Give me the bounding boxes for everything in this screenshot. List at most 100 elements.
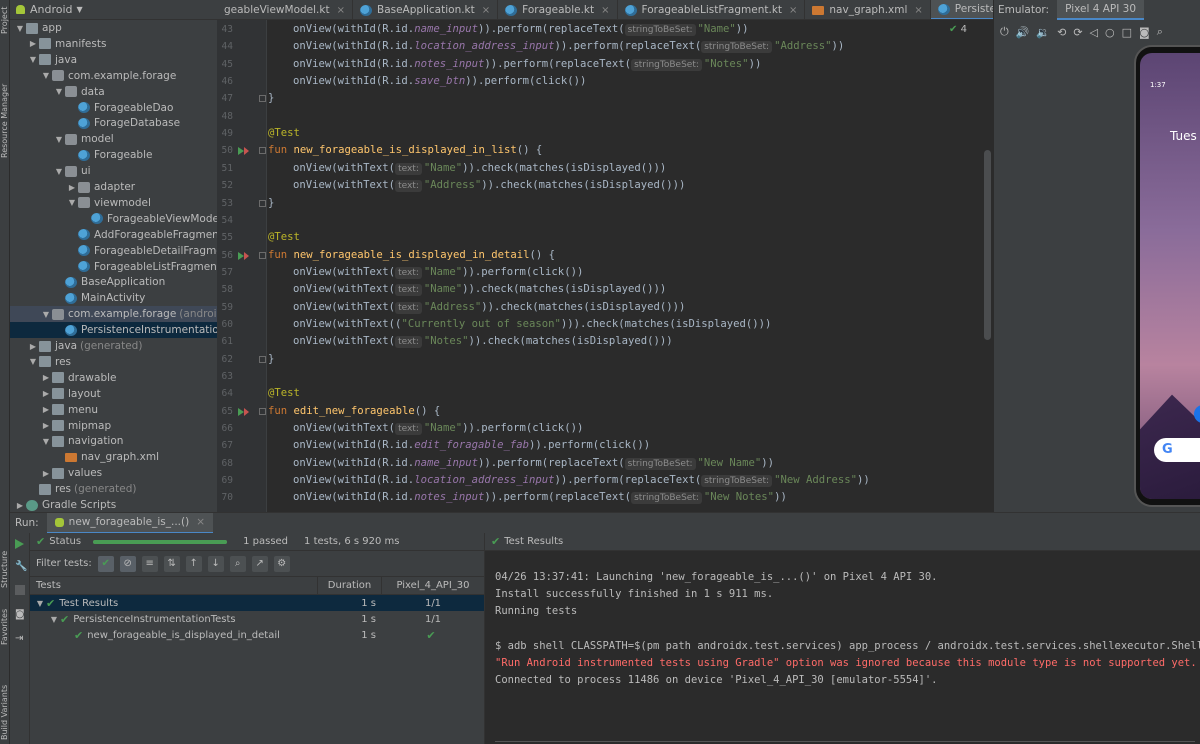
fold-icon[interactable] [259,355,266,363]
code-line[interactable]: 62} [217,351,993,368]
code-line[interactable]: 60 onView(withText(("Currently out of sea… [217,316,993,333]
camera-icon[interactable]: ◙ [1139,26,1150,39]
build-variants-side-tab[interactable]: Build Variants [0,670,10,740]
tree-item[interactable]: ▶ Gradle Scripts [10,497,217,512]
settings-button[interactable]: ⚙ [273,555,290,572]
code-line[interactable]: 45 onView(withId(R.id.notes_input)).perfo… [217,56,993,73]
code-line[interactable]: 59 onView(withText(text: "Address")).check… [217,299,993,316]
close-icon[interactable]: × [482,5,490,16]
editor-tab[interactable]: Forageable.kt × [498,0,618,19]
test-result-row[interactable]: ▼ ✔ PersistenceInstrumentationTests 1 s 1/1 [30,611,484,627]
chevron-down-icon[interactable]: ▼ [53,167,65,176]
editor-tab[interactable]: ForageableListFragment.kt × [618,0,806,19]
close-icon[interactable]: × [337,5,345,16]
exit-icon[interactable]: ⇥ [15,633,25,644]
run-config-icon[interactable] [244,251,249,260]
next-failed-button[interactable]: ↓ [207,555,224,572]
tree-item[interactable]: ▼ java [10,52,217,68]
chevron-down-icon[interactable]: ▼ [27,55,39,64]
code-line[interactable]: 50 fun new_forageable_is_displayed_in_lis… [217,142,993,159]
structure-side-tab[interactable]: Structure [0,538,10,588]
tree-item[interactable]: ▼ res [10,354,217,370]
tree-item[interactable]: ForageableListFragment [10,259,217,275]
editor-tab[interactable]: nav_graph.xml × [805,0,931,19]
test-result-row[interactable]: ▼ ✔ Test Results 1 s 1/1 [30,595,484,611]
chevron-right-icon[interactable]: ▶ [27,39,39,48]
editor-tab[interactable]: PersistenceInstrumentationTests.kt× [930,0,993,19]
code-line[interactable]: 43 onView(withId(R.id.name_input)).perfor… [217,21,993,38]
close-icon[interactable]: × [789,5,797,16]
chevron-right-icon[interactable]: ▶ [40,405,52,414]
chevron-right-icon[interactable]: ▶ [66,183,78,192]
column-duration[interactable]: Duration [318,576,382,595]
run-config-icon[interactable] [244,147,249,156]
tree-item[interactable]: ▼ model [10,131,217,147]
close-icon[interactable]: × [601,5,609,16]
export-button[interactable]: ↗ [251,555,268,572]
chevron-right-icon[interactable]: ▶ [14,501,26,510]
rotate-right-icon[interactable]: ⟳ [1073,26,1082,39]
fold-icon[interactable] [259,199,266,207]
tree-item[interactable]: ▶ adapter [10,179,217,195]
code-line[interactable]: 67 onView(withId(R.id.edit_foragable_fab)… [217,437,993,454]
chevron-right-icon[interactable]: ▶ [27,342,39,351]
tree-item[interactable]: ▼ ui [10,163,217,179]
tree-item[interactable]: ▶ menu [10,402,217,418]
tree-item[interactable]: ▶ java (generated) [10,338,217,354]
chevron-down-icon[interactable]: ▼ [40,310,52,319]
code-line[interactable]: 51 onView(withText(text: "Name")).check(ma… [217,160,993,177]
tree-item[interactable]: ▼ viewmodel [10,195,217,211]
tree-item[interactable]: ForageableViewModel.kt [10,211,217,227]
chevron-down-icon[interactable]: ▼ [34,599,46,608]
code-line[interactable]: 54 [217,212,993,229]
console-scrollbar[interactable] [495,741,1195,742]
tree-item[interactable]: ForageDatabase [10,115,217,131]
rerun-icon[interactable] [15,539,24,549]
tree-item[interactable]: ▼ data [10,84,217,100]
tree-item[interactable]: MainActivity [10,290,217,306]
code-line[interactable]: 47} [217,90,993,107]
column-tests[interactable]: Tests [30,576,318,595]
chevron-down-icon[interactable]: ▼ [48,615,60,624]
device-screen[interactable]: 1:37 Tues G [1140,53,1200,499]
project-view-selector[interactable]: Android ▼ [10,0,217,20]
overview-icon[interactable]: □ [1122,26,1132,39]
fold-icon[interactable] [259,147,266,155]
tree-item[interactable]: ▶ manifests [10,36,217,52]
code-editor[interactable]: 43 onView(withId(R.id.name_input)).perfor… [217,20,993,512]
sort-alpha-button[interactable]: ≡ [141,555,158,572]
search-button[interactable]: ⌕ [229,555,246,572]
device-tab[interactable]: Pixel 4 API 30 [1057,0,1145,20]
code-line[interactable]: 68 onView(withId(R.id.name_input)).perfor… [217,455,993,472]
tree-item[interactable]: ▶ values [10,465,217,481]
tree-item[interactable]: res (generated) [10,481,217,497]
tree-item[interactable]: ▼ app [10,20,217,36]
tree-item[interactable]: ForageableDetailFragment [10,243,217,259]
tree-item[interactable]: PersistenceInstrumentationTests [10,322,217,339]
close-icon[interactable]: × [914,5,922,16]
run-config-icon[interactable] [244,407,249,416]
code-line[interactable]: 56 fun new_forageable_is_displayed_in_det… [217,247,993,264]
code-line[interactable]: 65 fun edit_new_forageable() { [217,403,993,420]
inspection-indicator[interactable]: ✔ 4 [949,24,967,35]
chevron-right-icon[interactable]: ▶ [40,421,52,430]
code-line[interactable]: 48 [217,108,993,125]
prev-failed-button[interactable]: ↑ [185,555,202,572]
resource-manager-side-tab[interactable]: Resource Manager [0,70,10,158]
editor-tab[interactable]: geableViewModel.kt × [217,0,353,19]
chevron-down-icon[interactable]: ▼ [66,198,78,207]
close-icon[interactable]: × [196,516,205,528]
sort-duration-button[interactable]: ⇅ [163,555,180,572]
volume-down-icon[interactable]: 🔉 [1036,26,1050,39]
editor-tab[interactable]: BaseApplication.kt × [353,0,499,19]
power-icon[interactable]: ⏻ [1000,25,1009,39]
tree-item[interactable]: ▼ navigation [10,433,217,449]
stop-icon[interactable] [15,585,25,595]
chevron-down-icon[interactable]: ▼ [40,437,52,446]
volume-up-icon[interactable]: 🔊 [1016,26,1030,39]
back-icon[interactable]: ◁ [1090,26,1098,39]
tree-item[interactable]: ▶ drawable [10,370,217,386]
test-output-console[interactable]: ✔ Test Results 04/26 13:37:41: Launching… [484,533,1200,744]
test-result-row[interactable]: ✔ new_forageable_is_displayed_in_detail 1 … [30,627,484,643]
show-passed-button[interactable]: ✔ [97,555,114,572]
